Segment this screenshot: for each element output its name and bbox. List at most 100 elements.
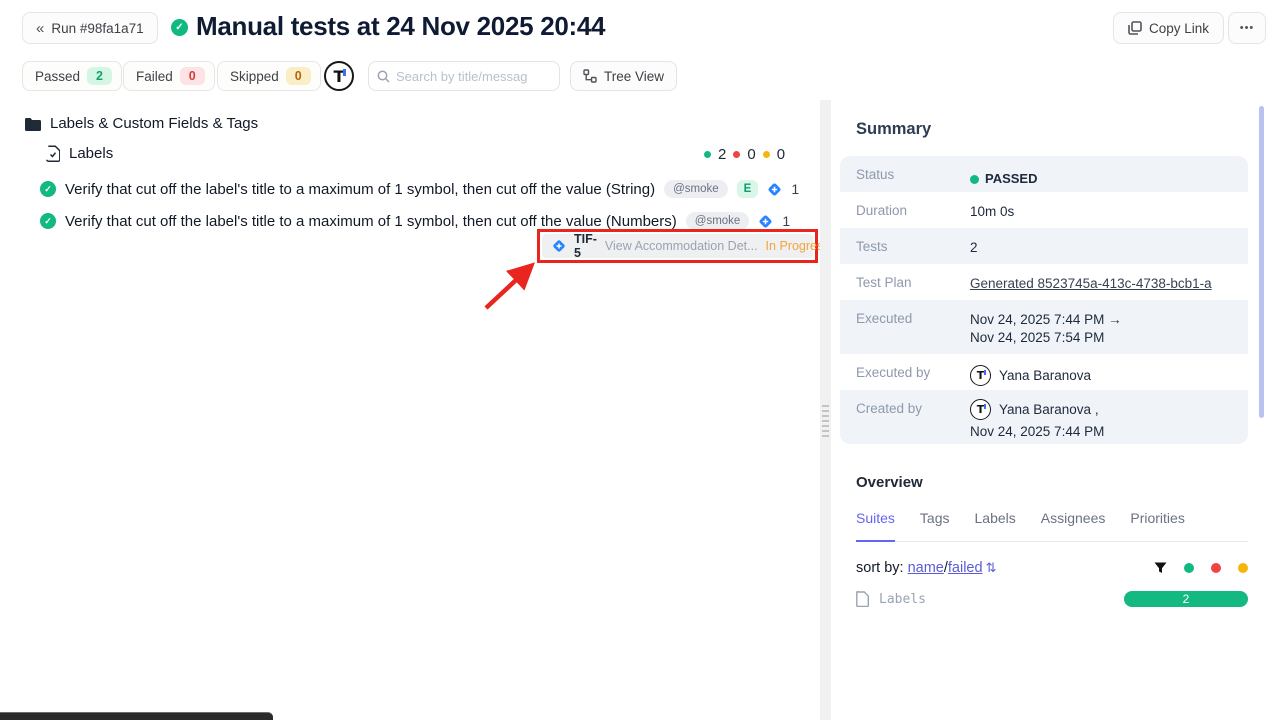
suite-passed-count: 2 [718, 146, 726, 163]
pane-resizer-handle[interactable] [820, 100, 831, 720]
file-icon [856, 591, 869, 607]
summary-executed-by-row: Executed by T Yana Baranova [840, 354, 1248, 390]
tests-value: 2 [970, 228, 1248, 264]
overview-suite-name: Labels [879, 592, 926, 607]
test-row[interactable]: ✓ Verify that cut off the label's title … [40, 180, 805, 198]
suite-row[interactable]: Labels [46, 145, 113, 162]
env-badge[interactable]: E [737, 180, 759, 198]
tree-view-button[interactable]: Tree View [570, 61, 677, 91]
user-avatar: T [970, 399, 991, 420]
executed-by-value: Yana Baranova [999, 367, 1091, 385]
summary-test-plan-row: Test Plan Generated 8523745a-413c-4738-b… [840, 264, 1248, 300]
failed-dot-icon [1211, 563, 1221, 573]
executed-end: Nov 24, 2025 7:54 PM [970, 329, 1248, 347]
test-plan-label: Test Plan [840, 264, 970, 300]
summary-tests-row: Tests 2 [840, 228, 1248, 264]
tree-view-label: Tree View [604, 69, 664, 84]
executed-label: Executed [840, 300, 970, 354]
funnel-filter-icon[interactable] [1154, 562, 1167, 574]
status-dot-icon [970, 175, 979, 184]
grip-dots-icon [822, 405, 829, 437]
filter-skipped-button[interactable]: Skipped 0 [217, 61, 321, 91]
created-by-value: Yana Baranova , [999, 401, 1099, 419]
issue-title: View Accommodation Det... [605, 239, 758, 253]
overview-suite-row[interactable]: Labels 2 [856, 591, 1248, 607]
header: « Run #98fa1a71 ✓ Manual tests at 24 Nov… [0, 0, 1280, 56]
folder-icon [24, 117, 41, 131]
bottom-overlay-bar [0, 712, 273, 720]
executed-start: Nov 24, 2025 7:44 PM → [970, 311, 1248, 329]
search-box [368, 61, 560, 91]
test-plan-link[interactable]: Generated 8523745a-413c-4738-bcb1-a [970, 276, 1212, 291]
tests-label: Tests [840, 228, 970, 264]
tree-view-icon [583, 69, 597, 83]
suite-failed-count: 0 [747, 146, 755, 163]
skipped-dot-icon [763, 151, 770, 158]
suite-name: Labels [69, 145, 113, 162]
user-avatar[interactable]: T [324, 61, 354, 91]
filter-passed-label: Passed [35, 69, 80, 84]
suite-counts: 2 0 0 [704, 146, 785, 163]
duration-value: 10m 0s [970, 192, 1248, 228]
test-passed-check-icon: ✓ [40, 213, 56, 229]
summary-heading: Summary [856, 120, 931, 139]
tab-suites[interactable]: Suites [856, 510, 895, 542]
back-to-run-button[interactable]: « Run #98fa1a71 [22, 12, 158, 44]
issue-count: 1 [791, 181, 799, 197]
duration-label: Duration [840, 192, 970, 228]
linked-issue-popover[interactable]: TIF-5 View Accommodation Det... In Progr… [542, 234, 813, 258]
filter-failed-button[interactable]: Failed 0 [123, 61, 215, 91]
sort-by-failed-link[interactable]: failed [948, 560, 983, 576]
tag-badge[interactable]: @smoke [686, 212, 750, 230]
filter-passed-button[interactable]: Passed 2 [22, 61, 122, 91]
passed-dot-icon [1184, 563, 1194, 573]
copy-icon [1128, 21, 1142, 35]
folder-name: Labels & Custom Fields & Tags [50, 115, 258, 132]
tab-labels[interactable]: Labels [975, 510, 1016, 542]
run-passed-check-icon: ✓ [171, 19, 188, 36]
sort-controls: sort by: name / failed ⇅ [856, 560, 1248, 576]
summary-sidebar: Summary Status PASSED Duration 10m 0s Te… [831, 100, 1264, 720]
copy-link-button[interactable]: Copy Link [1113, 12, 1224, 44]
more-actions-button[interactable]: ••• [1228, 12, 1266, 44]
jira-issue-icon [552, 239, 566, 253]
passed-progress-bar[interactable]: 2 [1124, 591, 1248, 607]
test-run-page: « Run #98fa1a71 ✓ Manual tests at 24 Nov… [0, 0, 1280, 720]
sort-direction-icon[interactable]: ⇅ [986, 560, 997, 576]
test-row[interactable]: ✓ Verify that cut off the label's title … [40, 212, 805, 230]
tab-priorities[interactable]: Priorities [1130, 510, 1184, 542]
skipped-dot-icon [1238, 563, 1248, 573]
annotation-highlight-box: TIF-5 View Accommodation Det... In Progr… [537, 229, 818, 263]
avatar-accent [343, 69, 346, 76]
issue-count: 1 [782, 213, 790, 229]
passed-dot-icon [704, 151, 711, 158]
folder-row[interactable]: Labels & Custom Fields & Tags [24, 115, 258, 132]
jira-issue-icon[interactable] [767, 182, 782, 197]
issue-key[interactable]: TIF-5 [574, 232, 597, 260]
summary-created-by-row: Created by T Yana Baranova , Nov 24, 202… [840, 390, 1248, 444]
status-value: PASSED [985, 170, 1038, 188]
overview-heading: Overview [856, 474, 923, 491]
file-check-icon [46, 145, 60, 162]
summary-duration-row: Duration 10m 0s [840, 192, 1248, 228]
search-input[interactable] [396, 69, 546, 84]
created-at-value: Nov 24, 2025 7:44 PM [970, 423, 1248, 441]
filter-skipped-label: Skipped [230, 69, 279, 84]
failed-dot-icon [733, 151, 740, 158]
suite-skipped-count: 0 [777, 146, 785, 163]
page-title: Manual tests at 24 Nov 2025 20:44 [196, 11, 605, 42]
skipped-count-badge: 0 [286, 67, 311, 85]
sidebar-scrollbar[interactable] [1259, 106, 1264, 418]
sort-by-name-link[interactable]: name [908, 560, 944, 576]
test-passed-check-icon: ✓ [40, 181, 56, 197]
created-by-label: Created by [840, 390, 970, 444]
summary-status-row: Status PASSED [840, 156, 1248, 192]
user-avatar: T [970, 365, 991, 386]
tab-assignees[interactable]: Assignees [1041, 510, 1106, 542]
back-button-label: Run #98fa1a71 [51, 21, 143, 36]
test-title: Verify that cut off the label's title to… [65, 181, 655, 198]
back-chevrons-icon: « [36, 20, 44, 37]
jira-issue-icon[interactable] [758, 214, 773, 229]
tab-tags[interactable]: Tags [920, 510, 950, 542]
tag-badge[interactable]: @smoke [664, 180, 728, 198]
